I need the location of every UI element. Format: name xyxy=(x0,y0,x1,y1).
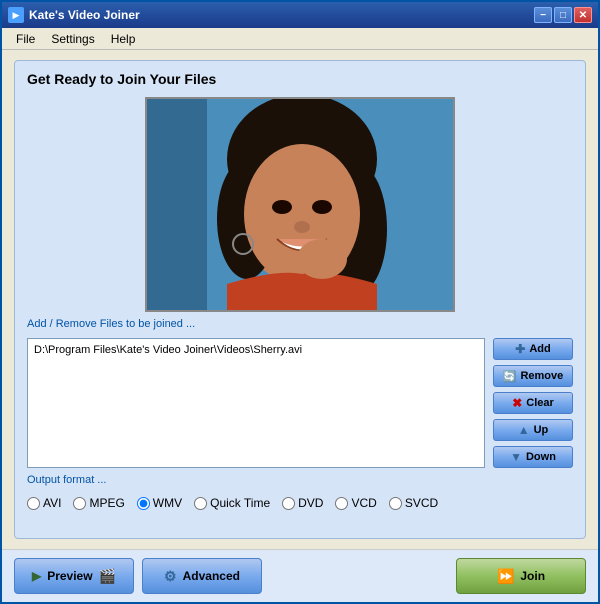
window-controls: − □ ✕ xyxy=(534,7,592,23)
add-label: Add xyxy=(529,343,550,355)
format-mpeg[interactable]: MPEG xyxy=(73,496,124,510)
format-dvd[interactable]: DVD xyxy=(282,496,323,510)
advanced-label: Advanced xyxy=(183,569,240,583)
page-title: Get Ready to Join Your Files xyxy=(27,71,573,87)
format-dvd-label: DVD xyxy=(298,496,323,510)
bottom-bar: Preview 🎬 ⚙ Advanced Join xyxy=(2,549,598,602)
remove-label: Remove xyxy=(520,370,563,382)
format-svcd-label: SVCD xyxy=(405,496,438,510)
add-icon xyxy=(515,342,525,356)
main-content: Get Ready to Join Your Files xyxy=(2,50,598,549)
format-quicktime[interactable]: Quick Time xyxy=(194,496,270,510)
format-row: AVI MPEG WMV Quick Time DVD xyxy=(27,496,573,510)
format-svcd-radio[interactable] xyxy=(389,497,402,510)
window-title: Kate's Video Joiner xyxy=(29,8,534,22)
format-avi-label: AVI xyxy=(43,496,61,510)
video-preview xyxy=(145,97,455,312)
photo-svg xyxy=(147,99,455,312)
remove-icon xyxy=(503,369,517,383)
app-window: ▶ Kate's Video Joiner − □ ✕ File Setting… xyxy=(0,0,600,604)
join-ff-icon xyxy=(497,568,514,585)
up-label: Up xyxy=(534,424,549,436)
file-listbox[interactable]: D:\Program Files\Kate's Video Joiner\Vid… xyxy=(27,338,485,468)
menu-help[interactable]: Help xyxy=(103,30,144,48)
format-svcd[interactable]: SVCD xyxy=(389,496,438,510)
add-button[interactable]: Add xyxy=(493,338,573,360)
output-format-label: Output format ... xyxy=(27,474,573,486)
format-quicktime-label: Quick Time xyxy=(210,496,270,510)
format-mpeg-radio[interactable] xyxy=(73,497,86,510)
join-label: Join xyxy=(520,569,545,583)
format-quicktime-radio[interactable] xyxy=(194,497,207,510)
format-dvd-radio[interactable] xyxy=(282,497,295,510)
format-wmv-radio[interactable] xyxy=(137,497,150,510)
advanced-icon: ⚙ xyxy=(164,568,177,585)
advanced-button[interactable]: ⚙ Advanced xyxy=(142,558,262,594)
title-bar: ▶ Kate's Video Joiner − □ ✕ xyxy=(2,2,598,28)
file-entry-0: D:\Program Files\Kate's Video Joiner\Vid… xyxy=(32,343,480,357)
format-vcd[interactable]: VCD xyxy=(335,496,376,510)
format-wmv-label: WMV xyxy=(153,496,182,510)
clear-icon xyxy=(512,396,522,410)
format-mpeg-label: MPEG xyxy=(89,496,124,510)
side-buttons: Add Remove Clear Up xyxy=(493,338,573,468)
maximize-button[interactable]: □ xyxy=(554,7,572,23)
down-icon xyxy=(510,450,522,464)
app-icon: ▶ xyxy=(8,7,24,23)
file-list-area: D:\Program Files\Kate's Video Joiner\Vid… xyxy=(27,338,573,468)
preview-label: Preview xyxy=(47,569,92,583)
close-button[interactable]: ✕ xyxy=(574,7,592,23)
menu-file[interactable]: File xyxy=(8,30,43,48)
join-button[interactable]: Join xyxy=(456,558,586,594)
format-wmv[interactable]: WMV xyxy=(137,496,182,510)
clear-button[interactable]: Clear xyxy=(493,392,573,414)
inner-panel: Get Ready to Join Your Files xyxy=(14,60,586,539)
preview-play-icon xyxy=(32,569,41,583)
format-vcd-label: VCD xyxy=(351,496,376,510)
clear-label: Clear xyxy=(526,397,554,409)
format-avi-radio[interactable] xyxy=(27,497,40,510)
menu-bar: File Settings Help xyxy=(2,28,598,50)
preview-button[interactable]: Preview 🎬 xyxy=(14,558,134,594)
format-avi[interactable]: AVI xyxy=(27,496,61,510)
up-button[interactable]: Up xyxy=(493,419,573,441)
up-icon xyxy=(518,423,530,437)
add-remove-label: Add / Remove Files to be joined ... xyxy=(27,318,573,330)
format-vcd-radio[interactable] xyxy=(335,497,348,510)
preview-film-icon: 🎬 xyxy=(99,568,116,585)
minimize-button[interactable]: − xyxy=(534,7,552,23)
down-label: Down xyxy=(526,451,556,463)
down-button[interactable]: Down xyxy=(493,446,573,468)
remove-button[interactable]: Remove xyxy=(493,365,573,387)
menu-settings[interactable]: Settings xyxy=(43,30,102,48)
